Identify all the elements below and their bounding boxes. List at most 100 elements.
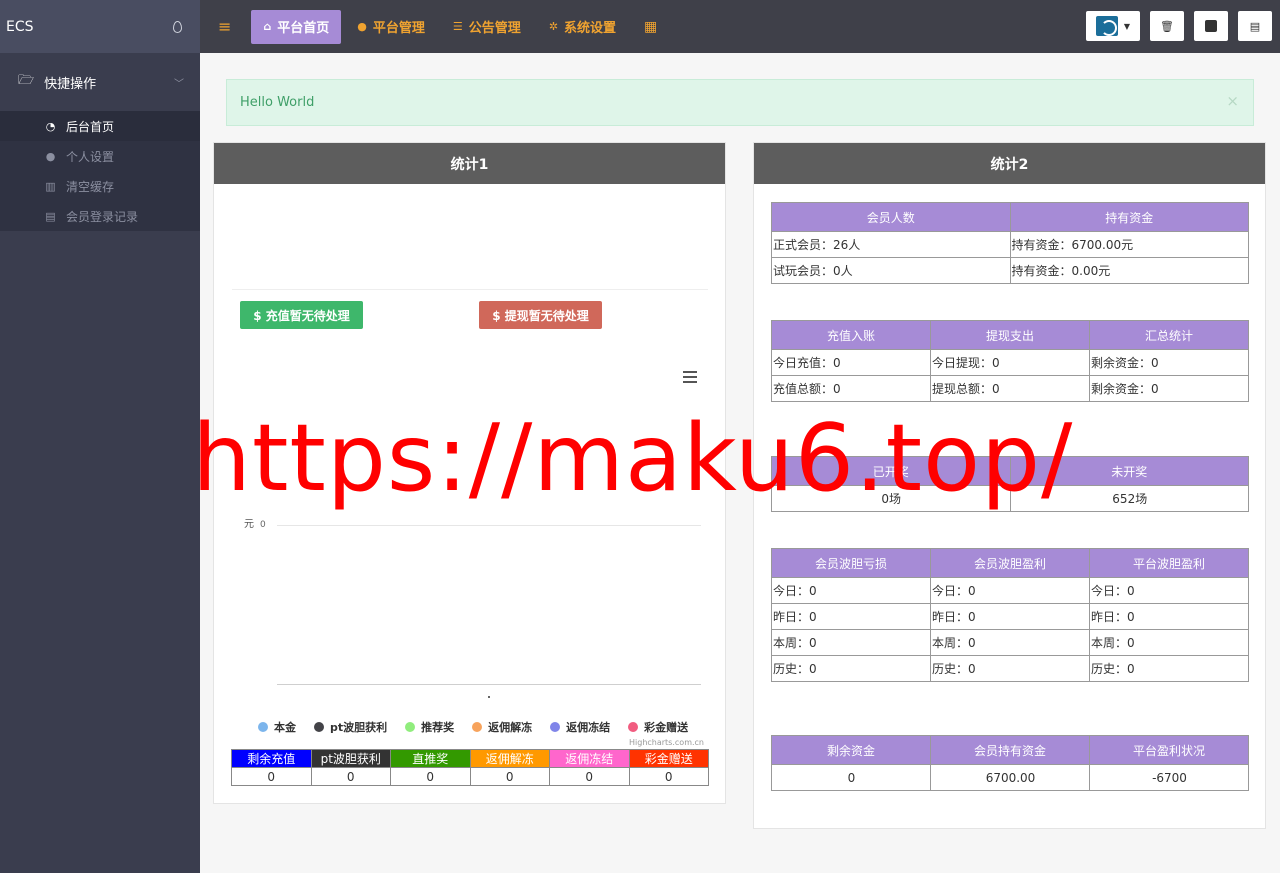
- table-cell: 今日：0: [771, 577, 931, 604]
- table-header: 平台盈利状况: [1089, 735, 1249, 765]
- expand-icon: [1205, 20, 1217, 32]
- theme-drop-icon[interactable]: [173, 20, 182, 33]
- tab-label: 系统设置: [564, 21, 617, 36]
- table-row: 充值总额：0 提现总额：0 剩余资金：0: [771, 375, 1249, 402]
- sidebar: ECS 🗁 快捷操作 ﹀ ◔ 后台首页 ● 个人设置 ▥ 清空缓存 ▤ 会员登录…: [0, 0, 200, 873]
- table-row: 0场 652场: [771, 485, 1249, 512]
- summary-value: 0: [310, 767, 391, 786]
- legend-label: 返佣冻结: [566, 721, 611, 734]
- table-cell: 本周：0: [771, 629, 931, 656]
- legend-swatch: [628, 722, 639, 732]
- table-row: 正式会员：26人 持有资金：6700.00元: [771, 231, 1249, 258]
- panel-list-icon: ▤: [1249, 19, 1261, 33]
- legend-item[interactable]: 本金: [258, 719, 296, 735]
- profit-table: 会员波胆亏损 会员波胆盈利 平台波胆盈利 今日：0 今日：0 今日：0 昨日：0…: [771, 548, 1249, 682]
- clear-cache-button[interactable]: 🗑: [1150, 11, 1184, 41]
- site-logo-icon: [1095, 16, 1118, 36]
- table-cell: 今日充值：0: [771, 349, 931, 376]
- table-row: 本周：0 本周：0 本周：0: [771, 629, 1249, 656]
- table-header: 会员波胆盈利: [930, 548, 1090, 578]
- table-header: 会员波胆亏损: [771, 548, 931, 578]
- table-cell: 本周：0: [1089, 629, 1249, 656]
- recharge-pending-button[interactable]: $ 充值暂无待处理: [240, 301, 363, 329]
- sidebar-submenu: ◔ 后台首页 ● 个人设置 ▥ 清空缓存 ▤ 会员登录记录: [0, 111, 200, 231]
- summary-header: 剩余充值: [231, 749, 312, 768]
- table-cell: 正式会员：26人: [771, 231, 1011, 258]
- gear-icon: ✲: [548, 20, 559, 33]
- legend-item[interactable]: 返佣冻结: [550, 719, 610, 735]
- legend-swatch: [550, 722, 561, 732]
- table-cell: 今日：0: [930, 577, 1090, 604]
- summary-value: 0: [549, 767, 630, 786]
- y-tick-label: 0: [260, 520, 266, 530]
- table-cell: 昨日：0: [771, 603, 931, 630]
- table-row: 试玩会员：0人 持有资金：0.00元: [771, 257, 1249, 284]
- table-cell: 剩余资金：0: [1089, 349, 1249, 376]
- sidebar-item-login-log[interactable]: ▤ 会员登录记录: [0, 201, 200, 231]
- chart-legend: 本金 pt波胆获利 推荐奖 返佣解冻 返佣冻结 彩金赠送: [258, 719, 688, 735]
- summary-header: 返佣冻结: [549, 749, 630, 768]
- legend-swatch: [258, 722, 268, 732]
- summary-value: 0: [231, 767, 312, 786]
- table-row: 历史：0 历史：0 历史：0: [771, 655, 1249, 682]
- legend-item[interactable]: 返佣解冻: [472, 719, 532, 735]
- sidebar-item-clear-cache[interactable]: ▥ 清空缓存: [0, 171, 200, 201]
- summary-header: 返佣解冻: [469, 749, 550, 768]
- top-nav: ≡ ⌂ 平台首页 ● 平台管理 ☰ 公告管理 ✲ 系统设置 ▦ ▼ 🗑 ▤: [200, 0, 1280, 53]
- table-cell: 历史：0: [930, 655, 1090, 682]
- table-cell: 652场: [1009, 485, 1249, 512]
- close-icon[interactable]: ×: [1226, 92, 1239, 110]
- table-row: 0 6700.00 -6700: [771, 764, 1249, 791]
- tab-notice-manage[interactable]: ☰ 公告管理: [441, 10, 533, 44]
- summary-header: 直推奖: [390, 749, 471, 768]
- summary-value: 0: [469, 767, 550, 786]
- legend-label: 返佣解冻: [488, 721, 533, 734]
- tab-system-settings[interactable]: ✲ 系统设置: [537, 10, 628, 44]
- main-content: Hello World × 统计1 $ 充值暂无待处理 $ 提现暂无待处理 元 …: [200, 53, 1280, 873]
- legend-item[interactable]: 推荐奖: [405, 719, 454, 735]
- folder-open-icon: 🗁: [18, 73, 35, 88]
- table-header: 提现支出: [930, 320, 1090, 350]
- chart-credit[interactable]: Highcharts.com.cn: [629, 738, 704, 747]
- hamburger-icon[interactable]: ≡: [218, 17, 231, 36]
- table-header: 会员持有资金: [930, 735, 1090, 765]
- brand-bar: ECS: [0, 0, 200, 53]
- table-cell: 本周：0: [930, 629, 1090, 656]
- list-icon: ▤: [45, 209, 56, 223]
- account-menu-button[interactable]: ▼: [1086, 11, 1140, 41]
- table-header: 会员人数: [771, 202, 1011, 232]
- table-cell: 6700.00: [930, 764, 1090, 791]
- table-header: 未开奖: [1009, 456, 1249, 486]
- table-cell: 历史：0: [1089, 655, 1249, 682]
- table-cell: 历史：0: [771, 655, 931, 682]
- tab-platform-home[interactable]: ⌂ 平台首页: [251, 9, 342, 44]
- summary-table: 剩余充值 pt波胆获利 直推奖 返佣解冻 返佣冻结 彩金赠送 0 0 0 0 0…: [231, 749, 709, 786]
- fullscreen-button[interactable]: [1194, 11, 1228, 41]
- legend-label: 本金: [274, 721, 296, 734]
- sidebar-item-profile[interactable]: ● 个人设置: [0, 141, 200, 171]
- grid-apps-button[interactable]: ▦: [632, 10, 669, 44]
- settings-panel-button[interactable]: ▤: [1238, 11, 1272, 41]
- table-header: 平台波胆盈利: [1089, 548, 1249, 578]
- dashboard-icon: ◔: [45, 119, 56, 133]
- legend-item[interactable]: 彩金赠送: [628, 719, 688, 735]
- user-icon: ●: [45, 149, 56, 163]
- table-header: 剩余资金: [771, 735, 931, 765]
- summary-value: 0: [390, 767, 471, 786]
- table-cell: 持有资金：0.00元: [1009, 257, 1249, 284]
- chart-menu-icon[interactable]: [683, 371, 697, 386]
- summary-value: 0: [628, 767, 709, 786]
- legend-swatch: [472, 722, 483, 732]
- tab-platform-manage[interactable]: ● 平台管理: [345, 10, 437, 44]
- legend-item[interactable]: pt波胆获利: [314, 719, 387, 735]
- brand-title: ECS: [6, 18, 34, 35]
- alert-box: Hello World ×: [226, 79, 1254, 126]
- grid-line: [277, 525, 701, 526]
- table-cell: 0: [771, 764, 931, 791]
- trash-icon: 🗑: [1160, 19, 1174, 33]
- sidebar-group-quick[interactable]: 🗁 快捷操作 ﹀: [0, 53, 200, 111]
- divider: [232, 289, 708, 290]
- grid-icon: ▦: [644, 18, 658, 35]
- sidebar-item-dashboard[interactable]: ◔ 后台首页: [0, 111, 200, 141]
- withdraw-pending-button[interactable]: $ 提现暂无待处理: [479, 301, 602, 329]
